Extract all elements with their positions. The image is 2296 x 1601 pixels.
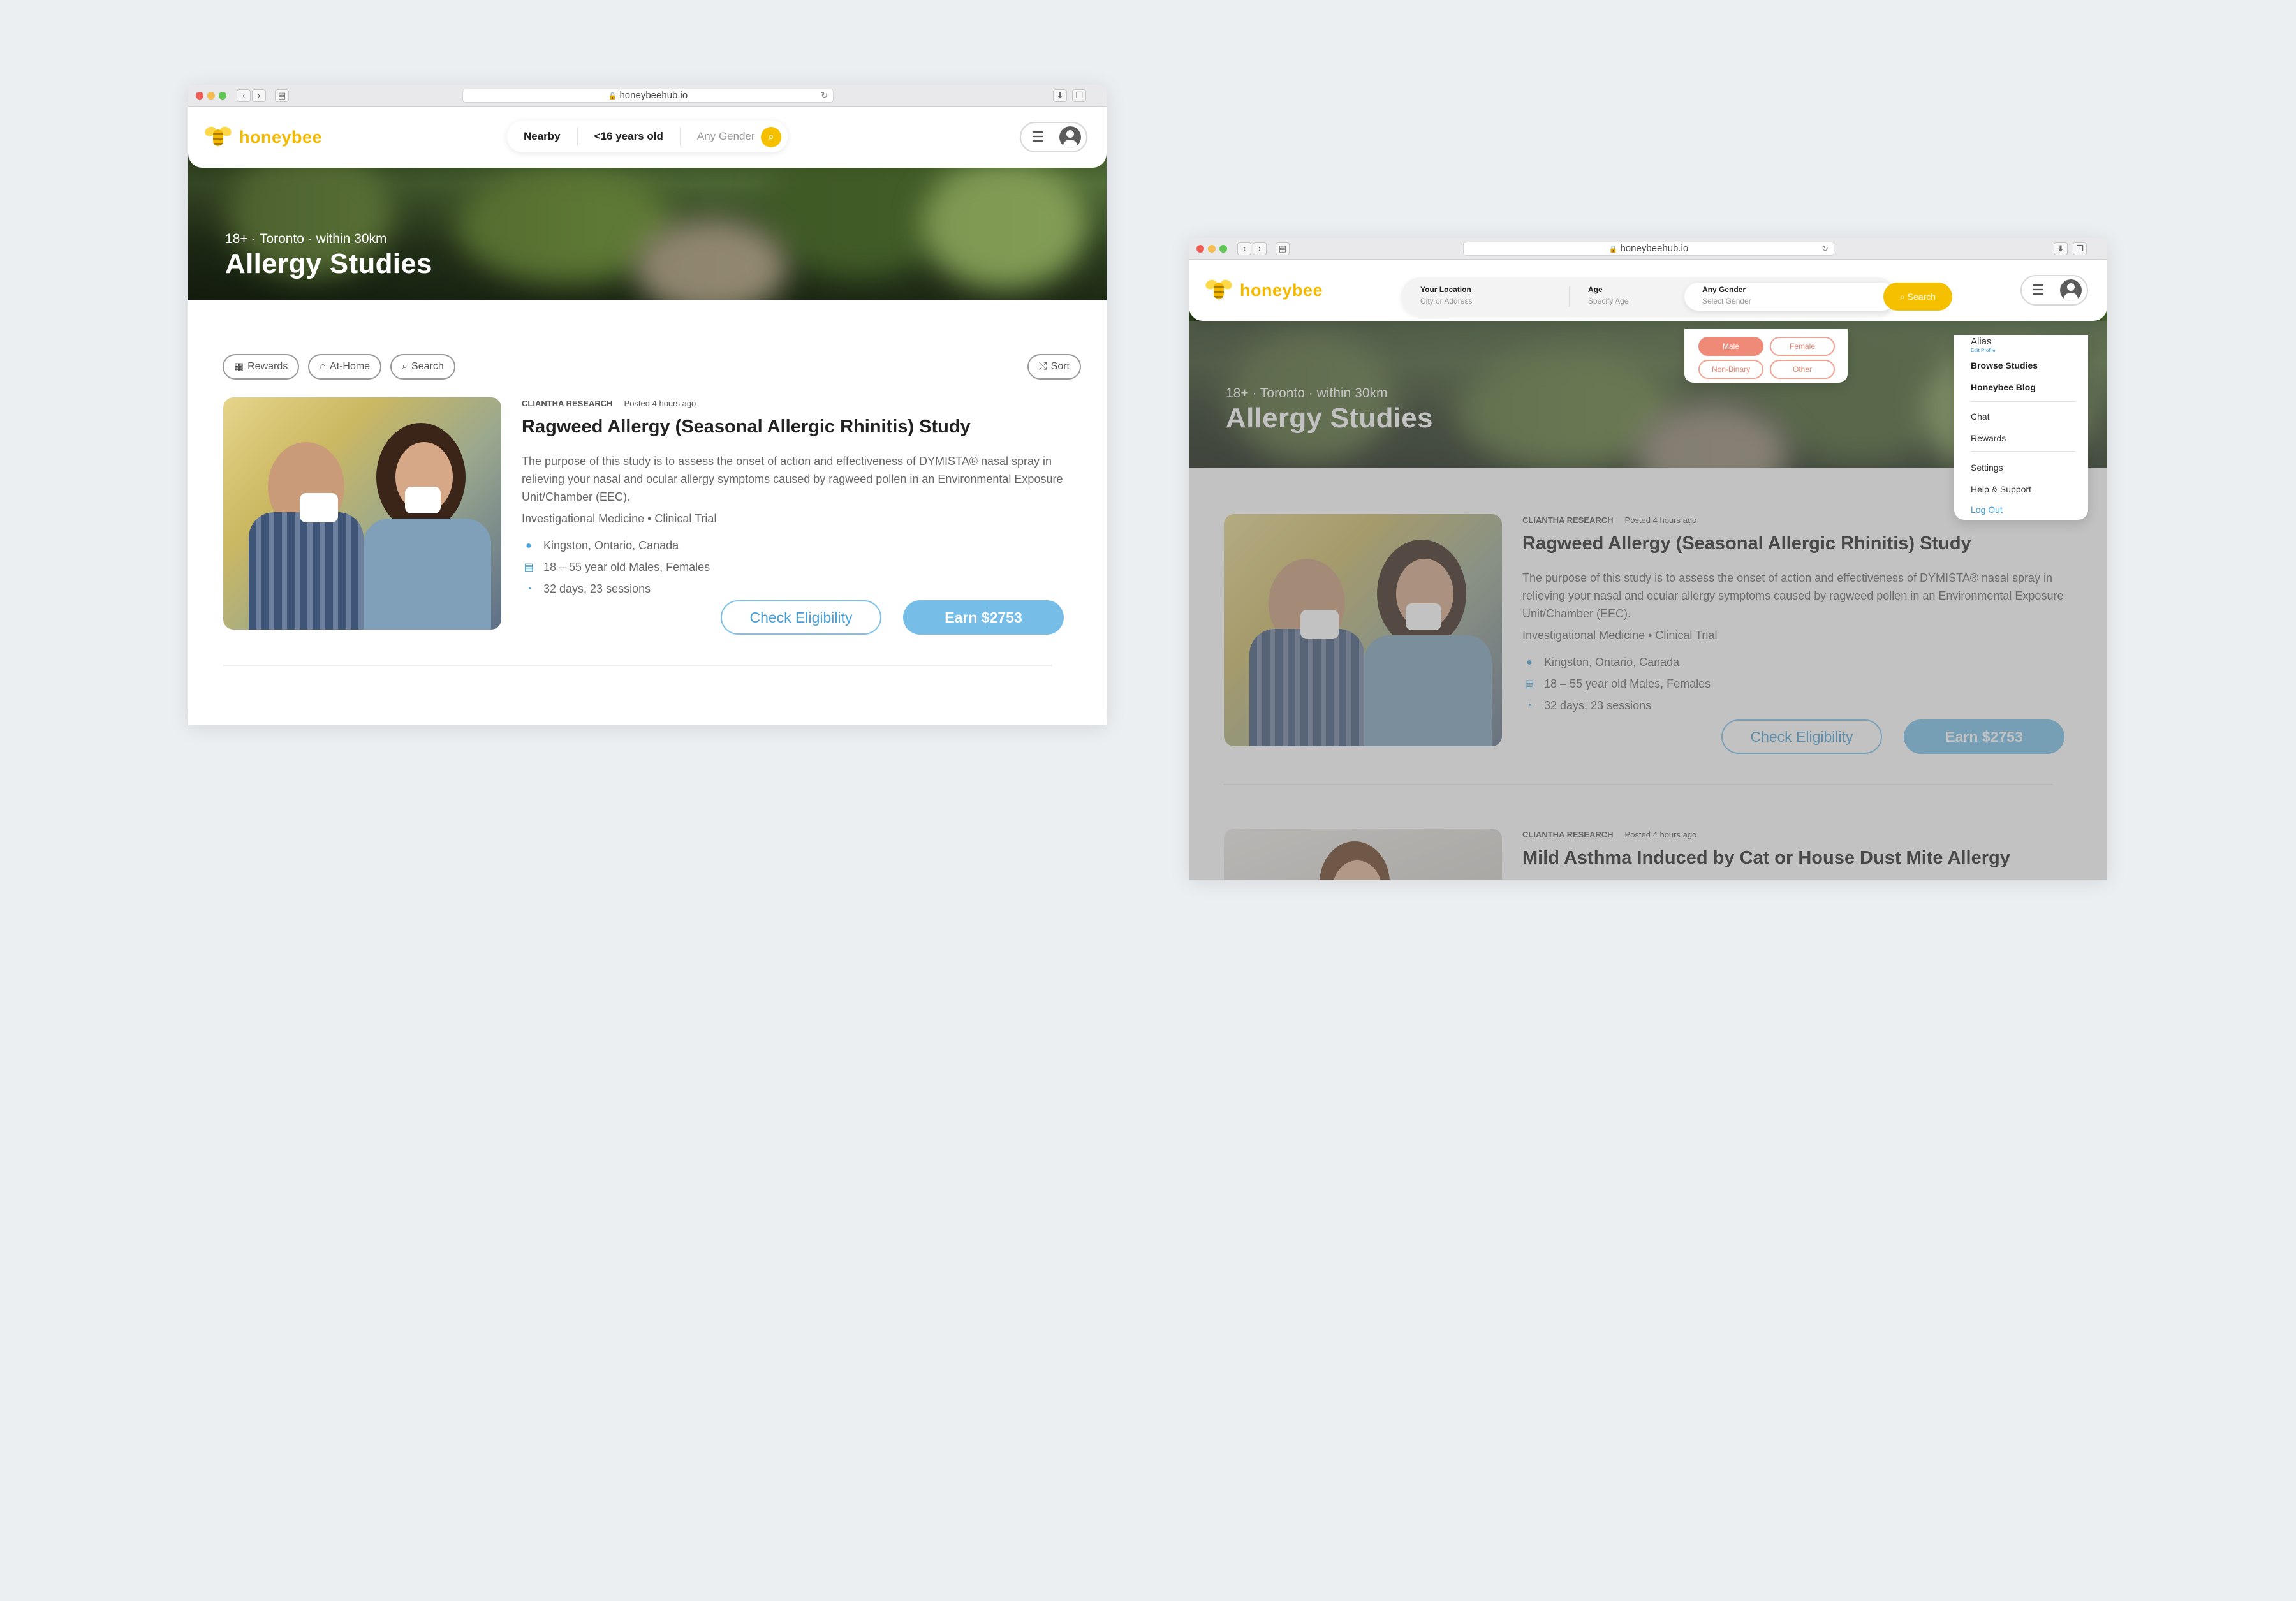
top-navbar: honeybee Your Location City or Address Ag… <box>1189 260 2107 321</box>
study-eligibility: ▤ 18 – 55 year old Males, Females <box>524 561 710 573</box>
search-icon: ⌕ <box>1899 291 1908 302</box>
sort-icon: ⤭ <box>1038 361 1047 372</box>
age-field[interactable]: Age Specify Age <box>1588 283 1696 311</box>
menu-browse-studies[interactable]: Browse Studies <box>1971 360 2038 371</box>
brand-logo[interactable]: honeybee <box>1203 276 1323 304</box>
home-icon: ⌂ <box>320 361 326 372</box>
gender-option-non-binary[interactable]: Non-Binary <box>1698 360 1763 379</box>
search-icon[interactable]: ⌕ <box>761 127 781 147</box>
page-title: Allergy Studies <box>225 248 432 279</box>
expanded-search-bar: Your Location City or Address Age Specify … <box>1401 277 1896 316</box>
back-arrow-icon[interactable]: ‹ <box>237 89 251 102</box>
back-arrow-icon[interactable]: ‹ <box>1237 242 1251 255</box>
bee-logo-icon <box>203 124 233 150</box>
reload-icon[interactable]: ↻ <box>1821 242 1829 255</box>
browser-chrome: ‹ › ▤ 🔒 honeybeehub.io ↻ ⬇ ❐ <box>188 85 1107 107</box>
filter-gender[interactable]: Any Gender <box>681 127 772 146</box>
gender-field[interactable]: Any Gender Select Gender <box>1684 283 1896 311</box>
earn-button[interactable]: Earn $2753 <box>903 600 1064 635</box>
tabs-icon[interactable]: ❐ <box>2073 242 2087 255</box>
hamburger-icon: ☰ <box>1031 129 1044 145</box>
gender-dropdown: Male Female Non-Binary Other <box>1684 329 1848 383</box>
menu-divider <box>1971 451 2075 452</box>
menu-chat[interactable]: Chat <box>1971 411 1990 422</box>
alias-label: Alias <box>1971 336 1992 347</box>
close-window-button[interactable] <box>1196 245 1204 253</box>
maximize-window-button[interactable] <box>219 92 226 100</box>
forward-arrow-icon[interactable]: › <box>1253 242 1267 255</box>
menu-help-support[interactable]: Help & Support <box>1971 484 2031 494</box>
download-icon[interactable]: ⬇ <box>2054 242 2068 255</box>
gender-option-other[interactable]: Other <box>1770 360 1835 379</box>
sort-button[interactable]: ⤭ Sort <box>1027 354 1081 380</box>
study-description: The purpose of this study is to assess t… <box>522 455 1063 503</box>
menu-rewards[interactable]: Rewards <box>1971 433 2006 443</box>
reload-icon[interactable]: ↻ <box>821 89 828 102</box>
search-button[interactable]: ⌕ Search <box>1883 283 1952 311</box>
address-bar[interactable]: 🔒 honeybeehub.io ↻ <box>1463 242 1834 256</box>
divider <box>223 665 1052 666</box>
brand-logo[interactable]: honeybee <box>203 123 322 151</box>
gift-icon: ▦ <box>234 362 244 373</box>
menu-honeybee-blog[interactable]: Honeybee Blog <box>1971 382 2036 392</box>
menu-divider <box>1971 401 2075 402</box>
edit-profile-link[interactable]: Edit Profile <box>1971 348 1996 353</box>
check-eligibility-button[interactable]: Check Eligibility <box>721 600 881 635</box>
close-window-button[interactable] <box>196 92 203 100</box>
gender-option-female[interactable]: Female <box>1770 337 1835 356</box>
cake-icon: ▤ <box>524 561 534 573</box>
filter-chips: ▦ Rewards ⌂ At-Home ⌕ Search <box>223 354 455 380</box>
study-posted-time: Posted 4 hours ago <box>624 399 696 408</box>
menu-log-out[interactable]: Log Out <box>1971 505 2003 515</box>
user-menu-button[interactable]: ☰ <box>1020 122 1087 152</box>
location-field[interactable]: Your Location City or Address <box>1420 283 1586 311</box>
search-chip[interactable]: ⌕ Search <box>390 354 455 380</box>
sidebar-icon[interactable]: ▤ <box>275 89 289 102</box>
search-icon: ⌕ <box>402 361 408 372</box>
page-content: 18+ · Toronto · within 30km Allergy Stud… <box>188 123 1107 725</box>
gender-option-male[interactable]: Male <box>1698 337 1763 356</box>
user-menu-button[interactable]: ☰ <box>2020 275 2088 306</box>
sidebar-icon[interactable]: ▤ <box>1276 242 1290 255</box>
browser-chrome: ‹ › ▤ 🔒 honeybeehub.io ↻ ⬇ ❐ <box>1189 238 2107 260</box>
filter-location[interactable]: Nearby <box>507 127 578 146</box>
menu-settings[interactable]: Settings <box>1971 462 2003 473</box>
study-tags: Investigational Medicine • Clinical Tria… <box>522 512 717 525</box>
filter-age[interactable]: <16 years old <box>578 127 681 146</box>
at-home-chip[interactable]: ⌂ At-Home <box>308 354 382 380</box>
maximize-window-button[interactable] <box>1219 245 1227 253</box>
study-card[interactable]: CLIANTHA RESEARCH Posted 4 hours ago Ragw… <box>223 397 1071 635</box>
minimize-window-button[interactable] <box>1208 245 1216 253</box>
bee-logo-icon <box>1203 277 1234 303</box>
location-pin-icon: ● <box>526 540 532 551</box>
study-location: ● Kingston, Ontario, Canada <box>523 539 679 552</box>
forward-arrow-icon[interactable]: › <box>252 89 266 102</box>
browser-window-default: ‹ › ▤ 🔒 honeybeehub.io ↻ ⬇ ❐ honeybee Near… <box>188 85 1107 725</box>
browser-window-menus-open: ‹ › ▤ 🔒 honeybeehub.io ↻ ⬇ ❐ honeybee Your… <box>1189 238 2107 880</box>
address-bar[interactable]: 🔒 honeybeehub.io ↻ <box>462 89 834 103</box>
study-image-sneezing-couple <box>223 397 501 630</box>
lock-icon: 🔒 <box>1608 246 1618 253</box>
tabs-icon[interactable]: ❐ <box>1072 89 1086 102</box>
study-title[interactable]: Ragweed Allergy (Seasonal Allergic Rhini… <box>522 417 971 438</box>
rewards-chip[interactable]: ▦ Rewards <box>223 354 300 380</box>
user-dropdown-menu: Alias Edit Profile Browse Studies Honeyb… <box>1954 335 2088 520</box>
download-icon[interactable]: ⬇ <box>1053 89 1067 102</box>
study-sponsor: CLIANTHA RESEARCH <box>522 399 613 408</box>
avatar-icon <box>1059 126 1081 148</box>
clock-icon: ◔ <box>526 583 532 594</box>
minimize-window-button[interactable] <box>207 92 215 100</box>
hero-subtitle: 18+ · Toronto · within 30km <box>225 232 387 246</box>
search-pill[interactable]: Nearby <16 years old Any Gender ⌕ <box>507 121 788 152</box>
avatar-icon <box>2060 279 2082 301</box>
top-navbar: honeybee Nearby <16 years old Any Gender… <box>188 107 1107 168</box>
lock-icon: 🔒 <box>608 92 617 100</box>
study-duration: ◔ 32 days, 23 sessions <box>523 582 651 596</box>
hamburger-icon: ☰ <box>2032 282 2045 298</box>
